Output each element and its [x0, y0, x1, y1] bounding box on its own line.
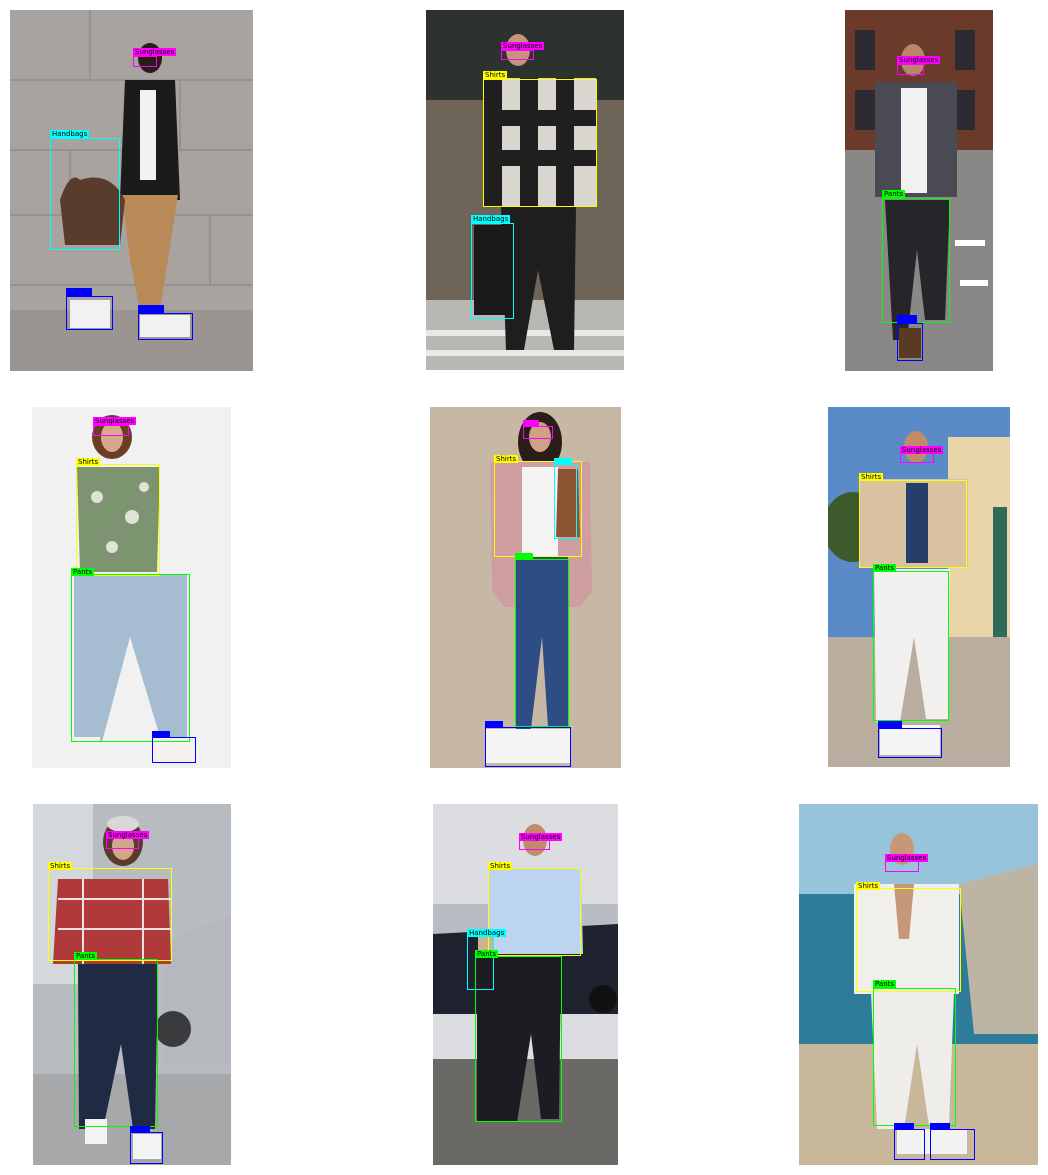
detection-label-sunglasses: Sunglasses — [519, 833, 563, 841]
detection-box-pants — [882, 198, 950, 323]
detection-box-shoes — [130, 1132, 163, 1164]
detection-box-shoes — [930, 1129, 975, 1160]
detection-box-pants — [74, 959, 158, 1127]
detection-label-sunglasses: Sunglasses — [885, 854, 929, 862]
detection-box-handbags — [554, 464, 577, 539]
detection-box-shirts — [488, 868, 581, 956]
photo-panel-1: Sunglasses Handbags — [10, 10, 253, 371]
detection-box-sunglasses — [885, 861, 919, 872]
detection-label-shoes — [130, 1126, 150, 1132]
detection-label-sunglasses: Sunglasses — [900, 446, 944, 454]
photo-panel-8: Sunglasses Shirts Handbags Pants — [433, 804, 618, 1165]
detection-label-shoes — [878, 721, 902, 728]
detection-label-shirts: Shirts — [488, 862, 513, 870]
detection-box-pants — [475, 956, 562, 1122]
detection-box-pants — [873, 571, 949, 721]
photo-panel-5: Shirts — [430, 407, 621, 768]
detection-box-sunglasses — [133, 56, 157, 67]
detection-label-handbags: Handbags — [467, 929, 507, 937]
detection-box-sunglasses — [501, 50, 534, 60]
detection-box-sunglasses — [523, 426, 553, 439]
detection-box-sunglasses — [93, 425, 129, 436]
detection-box-shirts — [48, 868, 172, 961]
detection-label-shirts: Shirts — [48, 862, 73, 870]
detection-box-pants — [873, 988, 956, 1126]
photo-panel-9: Sunglasses Shirts Pants — [799, 804, 1038, 1165]
detection-label-shoes — [138, 305, 164, 313]
detection-box-shirts — [859, 480, 967, 568]
photo-panel-4: Sunglasses Shirts Pants — [32, 407, 231, 768]
detection-label-shoes — [930, 1123, 950, 1129]
detection-label-pants: Pants — [882, 190, 906, 198]
detection-label-pants: Pants — [873, 564, 897, 572]
detection-box-shirts — [76, 464, 160, 576]
detection-box-shoes — [485, 727, 571, 767]
detection-box-pants — [71, 574, 190, 742]
detection-box-sunglasses — [900, 453, 934, 463]
detection-box-handbags — [471, 223, 514, 319]
detection-label-handbags: Handbags — [50, 130, 90, 138]
photo-panel-6: Sunglasses Shirts Pants — [828, 407, 1010, 767]
detection-label-shoes — [66, 288, 92, 296]
photo-1-background — [10, 10, 253, 371]
detection-box-pants — [515, 559, 569, 727]
detection-label-sunglasses: Sunglasses — [93, 417, 137, 425]
detection-label-pants — [515, 553, 533, 559]
detection-box-shirts — [856, 888, 961, 992]
photo-panel-7: Sunglasses Shirts Pants — [33, 804, 231, 1165]
detection-label-sunglasses: Sunglasses — [106, 831, 150, 839]
detection-label-shirts: Shirts — [856, 882, 881, 890]
detection-label-pants: Pants — [71, 568, 95, 576]
photo-panel-3: Sunglasses Pants — [845, 10, 993, 371]
detection-box-handbags — [50, 138, 120, 250]
detection-label-sunglasses: Sunglasses — [501, 42, 545, 50]
detection-label-shirts: Shirts — [494, 455, 519, 463]
detection-box-sunglasses — [106, 838, 139, 849]
detection-label-shoes — [152, 731, 170, 737]
detection-box-shoes — [66, 296, 113, 330]
detection-label-shoes — [894, 1123, 914, 1129]
detection-label-shoes — [897, 315, 917, 323]
detection-label-shirts: Shirts — [76, 458, 101, 466]
detection-box-shoes — [894, 1129, 925, 1160]
photo-panel-2: Sunglasses Shirts Handbags — [426, 10, 624, 370]
detection-box-shoes — [138, 313, 193, 340]
detection-label-sunglasses: Sunglasses — [133, 48, 177, 56]
detection-label-pants: Pants — [873, 980, 897, 988]
detection-label-shirts: Shirts — [483, 71, 508, 79]
detection-label-sunglasses: Sunglasses — [897, 56, 941, 64]
detection-box-sunglasses — [897, 64, 924, 75]
detection-box-shoes — [878, 728, 942, 758]
detection-label-pants: Pants — [74, 952, 98, 960]
detection-label-handbags — [554, 458, 572, 464]
detection-label-handbags: Handbags — [471, 215, 511, 223]
detection-box-shoes — [152, 737, 196, 763]
detection-box-shoes — [897, 323, 923, 361]
detection-box-sunglasses — [519, 840, 550, 850]
detection-box-shirts — [483, 79, 597, 207]
detection-label-pants: Pants — [475, 950, 499, 958]
detection-label-shoes — [485, 721, 503, 727]
detection-label-shirts: Shirts — [859, 473, 884, 481]
detection-label-sunglasses — [523, 420, 539, 426]
